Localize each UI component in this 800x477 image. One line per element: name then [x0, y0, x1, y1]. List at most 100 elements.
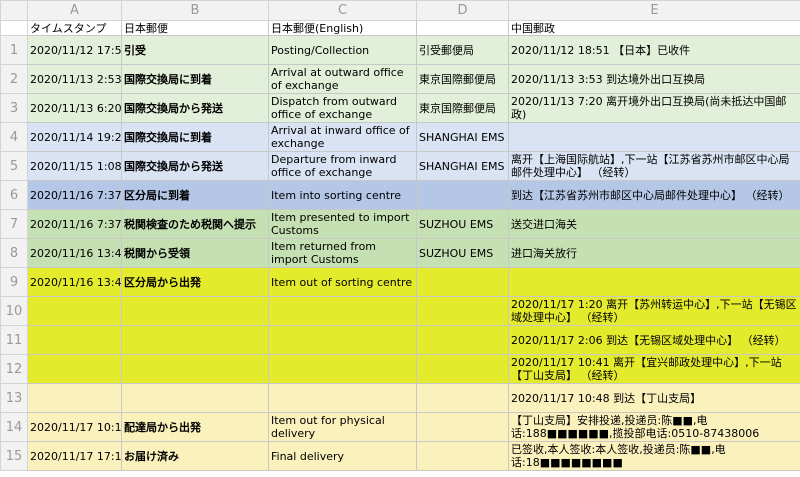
column-header-e[interactable]: E — [508, 0, 800, 21]
cell-location[interactable]: 東京国際郵便局 — [416, 93, 509, 123]
header-cell-location[interactable] — [416, 20, 509, 36]
cell-japan-post-english[interactable]: Item out of sorting centre — [268, 267, 417, 297]
cell-timestamp[interactable] — [27, 354, 122, 384]
cell-location[interactable] — [416, 412, 509, 442]
cell-china-post-status[interactable]: 【丁山支局】安排投递,投递员:陈■■,电话:188■■■■■■,揽投部电话:05… — [508, 412, 800, 442]
column-header-d[interactable]: D — [416, 0, 509, 21]
cell-timestamp[interactable] — [27, 296, 122, 326]
row-header[interactable]: 6 — [0, 180, 28, 210]
cell-japan-post-english[interactable]: Arrival at inward office of exchange — [268, 122, 417, 152]
row-header[interactable]: 13 — [0, 383, 28, 413]
cell-china-post-status[interactable]: 2020/11/12 18:51 【日本】已收件 — [508, 35, 800, 65]
cell-japan-post-english[interactable]: Dispatch from outward office of exchange — [268, 93, 417, 123]
cell-china-post-status[interactable]: 2020/11/17 1:20 离开【苏州转运中心】,下一站【无锡区域处理中心】… — [508, 296, 800, 326]
cell-japan-post-status[interactable]: お届け済み — [121, 441, 269, 471]
cell-japan-post-status[interactable] — [121, 354, 269, 384]
cell-location[interactable] — [416, 383, 509, 413]
cell-timestamp[interactable]: 2020/11/16 7:37 — [27, 180, 122, 210]
row-header[interactable]: 9 — [0, 267, 28, 297]
cell-timestamp[interactable] — [27, 325, 122, 355]
cell-location[interactable]: SHANGHAI EMS — [416, 151, 509, 181]
cell-japan-post-english[interactable] — [268, 354, 417, 384]
cell-timestamp[interactable]: 2020/11/16 13:43 — [27, 238, 122, 268]
cell-japan-post-english[interactable] — [268, 296, 417, 326]
cell-timestamp[interactable]: 2020/11/17 10:17 — [27, 412, 122, 442]
cell-japan-post-english[interactable]: Item presented to import Customs — [268, 209, 417, 239]
cell-china-post-status[interactable] — [508, 122, 800, 152]
cell-timestamp[interactable]: 2020/11/14 19:22 — [27, 122, 122, 152]
column-header-c[interactable]: C — [268, 0, 417, 21]
cell-japan-post-english[interactable]: Final delivery — [268, 441, 417, 471]
cell-location[interactable]: 引受郵便局 — [416, 35, 509, 65]
cell-japan-post-status[interactable]: 区分局に到着 — [121, 180, 269, 210]
cell-timestamp[interactable] — [27, 383, 122, 413]
cell-location[interactable]: SUZHOU EMS — [416, 209, 509, 239]
row-header-0[interactable] — [0, 20, 28, 36]
cell-timestamp[interactable]: 2020/11/13 6:20 — [27, 93, 122, 123]
row-header[interactable]: 15 — [0, 441, 28, 471]
header-cell-japan-post[interactable]: 日本郵便 — [121, 20, 269, 36]
row-header[interactable]: 8 — [0, 238, 28, 268]
cell-timestamp[interactable]: 2020/11/13 2:53 — [27, 64, 122, 94]
header-cell-japan-post-english[interactable]: 日本郵便(English) — [268, 20, 417, 36]
row-header[interactable]: 5 — [0, 151, 28, 181]
row-header[interactable]: 10 — [0, 296, 28, 326]
cell-location[interactable]: SHANGHAI EMS — [416, 122, 509, 152]
cell-china-post-status[interactable]: 2020/11/17 10:48 到达【丁山支局】 — [508, 383, 800, 413]
row-header[interactable]: 7 — [0, 209, 28, 239]
cell-location[interactable]: 東京国際郵便局 — [416, 64, 509, 94]
cell-japan-post-english[interactable]: Item into sorting centre — [268, 180, 417, 210]
column-header-a[interactable]: A — [27, 0, 122, 21]
header-cell-timestamp[interactable]: タイムスタンプ — [27, 20, 122, 36]
cell-china-post-status[interactable]: 离开【上海国际航站】,下一站【江苏省苏州市邮区中心局邮件处理中心】 （经转） — [508, 151, 800, 181]
cell-timestamp[interactable]: 2020/11/17 17:15 — [27, 441, 122, 471]
cell-japan-post-english[interactable]: Posting/Collection — [268, 35, 417, 65]
cell-location[interactable]: SUZHOU EMS — [416, 238, 509, 268]
cell-japan-post-status[interactable]: 国際交換局から発送 — [121, 93, 269, 123]
cell-japan-post-status[interactable] — [121, 325, 269, 355]
cell-timestamp[interactable]: 2020/11/16 13:44 — [27, 267, 122, 297]
cell-china-post-status[interactable]: 2020/11/13 7:20 离开境外出口互换局(尚未抵达中国邮政) — [508, 93, 800, 123]
cell-china-post-status[interactable] — [508, 267, 800, 297]
row-header[interactable]: 11 — [0, 325, 28, 355]
cell-japan-post-status[interactable]: 引受 — [121, 35, 269, 65]
row-header[interactable]: 1 — [0, 35, 28, 65]
cell-japan-post-english[interactable]: Departure from inward office of exchange — [268, 151, 417, 181]
select-all-corner[interactable] — [0, 0, 28, 21]
cell-location[interactable] — [416, 267, 509, 297]
cell-location[interactable] — [416, 325, 509, 355]
cell-japan-post-status[interactable]: 国際交換局に到着 — [121, 122, 269, 152]
cell-japan-post-status[interactable] — [121, 296, 269, 326]
cell-japan-post-english[interactable]: Item returned from import Customs — [268, 238, 417, 268]
cell-japan-post-status[interactable]: 国際交換局に到着 — [121, 64, 269, 94]
cell-location[interactable] — [416, 296, 509, 326]
cell-timestamp[interactable]: 2020/11/12 17:51 — [27, 35, 122, 65]
row-header[interactable]: 4 — [0, 122, 28, 152]
cell-china-post-status[interactable]: 2020/11/17 2:06 到达【无锡区域处理中心】 （经转） — [508, 325, 800, 355]
cell-japan-post-english[interactable] — [268, 325, 417, 355]
cell-china-post-status[interactable]: 已签收,本人签收:本人签收,投递员:陈■■,电话:18■■■■■■■■ — [508, 441, 800, 471]
row-header[interactable]: 2 — [0, 64, 28, 94]
cell-location[interactable] — [416, 180, 509, 210]
cell-location[interactable] — [416, 354, 509, 384]
header-cell-china-post[interactable]: 中国郵政 — [508, 20, 800, 36]
cell-japan-post-status[interactable] — [121, 383, 269, 413]
cell-japan-post-status[interactable]: 区分局から出発 — [121, 267, 269, 297]
cell-china-post-status[interactable]: 送交进口海关 — [508, 209, 800, 239]
cell-china-post-status[interactable]: 到达【江苏省苏州市邮区中心局邮件处理中心】 （经转） — [508, 180, 800, 210]
cell-location[interactable] — [416, 441, 509, 471]
cell-china-post-status[interactable]: 2020/11/13 3:53 到达境外出口互换局 — [508, 64, 800, 94]
row-header[interactable]: 14 — [0, 412, 28, 442]
cell-japan-post-english[interactable]: Arrival at outward office of exchange — [268, 64, 417, 94]
cell-japan-post-english[interactable] — [268, 383, 417, 413]
cell-timestamp[interactable]: 2020/11/16 7:37 — [27, 209, 122, 239]
cell-china-post-status[interactable]: 2020/11/17 10:41 离开【宜兴邮政处理中心】,下一站【丁山支局】 … — [508, 354, 800, 384]
row-header[interactable]: 12 — [0, 354, 28, 384]
row-header[interactable]: 3 — [0, 93, 28, 123]
cell-japan-post-status[interactable]: 税関から受領 — [121, 238, 269, 268]
column-header-b[interactable]: B — [121, 0, 269, 21]
cell-japan-post-english[interactable]: Item out for physical delivery — [268, 412, 417, 442]
cell-japan-post-status[interactable]: 国際交換局から発送 — [121, 151, 269, 181]
cell-japan-post-status[interactable]: 税関検査のため税関へ提示 — [121, 209, 269, 239]
cell-timestamp[interactable]: 2020/11/15 1:08 — [27, 151, 122, 181]
